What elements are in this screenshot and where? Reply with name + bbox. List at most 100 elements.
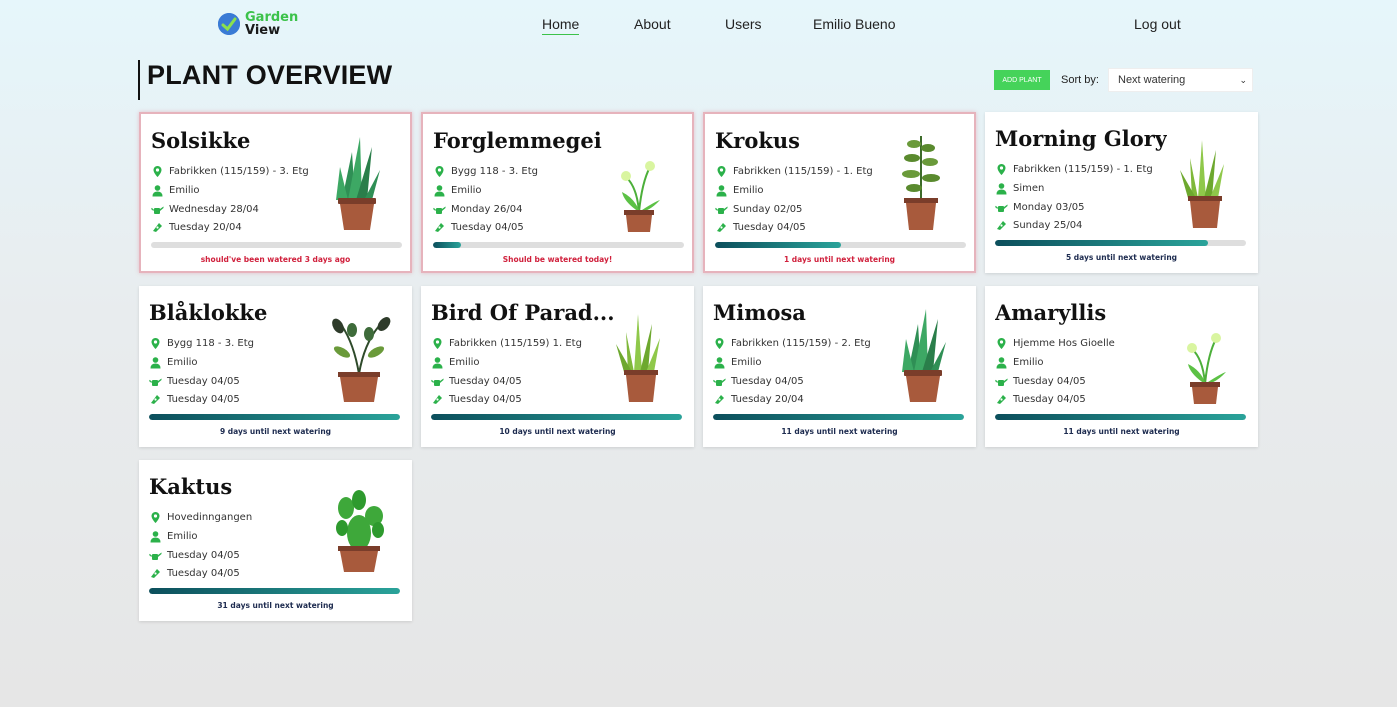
- sort-select[interactable]: Next watering ⌄: [1108, 68, 1253, 92]
- plant-card[interactable]: Krokus Fabrikken (115/159) - 1. Etg Emil…: [703, 112, 976, 273]
- location-text: Bygg 118 - 3. Etg: [167, 338, 255, 349]
- fertilize-row: Tuesday 20/04: [713, 393, 804, 406]
- next-watering-text: Tuesday 04/05: [731, 376, 804, 387]
- watering-status: 10 days until next watering: [499, 427, 616, 436]
- location-row: Bygg 118 - 3. Etg: [149, 337, 254, 350]
- location-row: Fabrikken (115/159) 1. Etg: [431, 337, 582, 350]
- watering-row: Tuesday 04/05: [713, 375, 804, 388]
- owner-text: Emilio: [169, 185, 200, 196]
- location-row: Fabrikken (115/159) - 2. Etg: [713, 337, 871, 350]
- location-text: Hovedinngangen: [167, 512, 253, 523]
- nav-about[interactable]: About: [634, 16, 671, 32]
- logout-link[interactable]: Log out: [1134, 16, 1181, 32]
- sort-select-value: Next watering: [1118, 74, 1186, 86]
- owner-row: Emilio: [149, 356, 198, 369]
- plant-name: Solsikke: [151, 128, 251, 153]
- next-watering-text: Tuesday 04/05: [449, 376, 522, 387]
- last-watered-text: Tuesday 04/05: [449, 394, 522, 405]
- plant-card[interactable]: Blåklokke Bygg 118 - 3. Etg Emilio Tuesd…: [139, 286, 412, 447]
- owner-row: Emilio: [149, 530, 198, 543]
- location-pin-icon: [149, 511, 162, 524]
- last-watered-text: Tuesday 04/05: [733, 222, 806, 233]
- owner-text: Emilio: [451, 185, 482, 196]
- owner-row: Emilio: [715, 184, 764, 197]
- plant-card[interactable]: Forglemmegei Bygg 118 - 3. Etg Emilio Mo…: [421, 112, 694, 273]
- app-logo[interactable]: Garden View: [218, 11, 298, 37]
- location-text: Fabrikken (115/159) - 3. Etg: [169, 166, 309, 177]
- flower-plant-icon: [604, 132, 674, 232]
- fertilize-row: Tuesday 04/05: [995, 393, 1086, 406]
- owner-text: Emilio: [1013, 357, 1044, 368]
- nav-users[interactable]: Users: [725, 16, 762, 32]
- aloe-plant-icon: [888, 304, 958, 404]
- plant-card[interactable]: Solsikke Fabrikken (115/159) - 3. Etg Em…: [139, 112, 412, 273]
- fertilize-row: Tuesday 04/05: [715, 221, 806, 234]
- location-pin-icon: [433, 165, 446, 178]
- watering-progress-bar: [995, 414, 1246, 420]
- tag-icon: [151, 221, 164, 234]
- add-plant-button[interactable]: ADD PLANT: [994, 70, 1050, 90]
- watering-progress-bar: [713, 414, 964, 420]
- watering-status: Should be watered today!: [502, 255, 613, 264]
- watering-can-icon: [995, 201, 1008, 214]
- watering-can-icon: [149, 549, 162, 562]
- logo-text: Garden View: [245, 11, 298, 37]
- watering-progress-fill: [715, 242, 841, 248]
- last-watered-text: Tuesday 04/05: [167, 568, 240, 579]
- watering-progress-fill: [431, 414, 682, 420]
- plant-name: Bird Of Parad...: [431, 300, 615, 325]
- owner-text: Simen: [1013, 183, 1045, 194]
- logo-line2: View: [245, 23, 281, 38]
- owner-text: Emilio: [167, 531, 198, 542]
- watering-progress-bar: [995, 240, 1246, 246]
- location-pin-icon: [431, 337, 444, 350]
- watering-status: 31 days until next watering: [217, 601, 334, 610]
- last-watered-text: Tuesday 20/04: [169, 222, 242, 233]
- plant-card[interactable]: Amaryllis Hjemme Hos Gioelle Emilio Tues…: [985, 286, 1258, 447]
- location-text: Fabrikken (115/159) - 1. Etg: [1013, 164, 1153, 175]
- plant-name: Forglemmegei: [433, 128, 602, 153]
- location-text: Fabrikken (115/159) - 1. Etg: [733, 166, 873, 177]
- next-watering-text: Monday 26/04: [451, 204, 523, 215]
- watering-row: Tuesday 04/05: [431, 375, 522, 388]
- nav-home[interactable]: Home: [542, 16, 580, 35]
- watering-status: 11 days until next watering: [1063, 427, 1180, 436]
- sort-label: Sort by:: [1061, 74, 1099, 86]
- plant-card[interactable]: Morning Glory Fabrikken (115/159) - 1. E…: [985, 112, 1258, 273]
- next-watering-text: Tuesday 04/05: [167, 376, 240, 387]
- watering-progress-bar: [433, 242, 684, 248]
- location-text: Hjemme Hos Gioelle: [1013, 338, 1115, 349]
- plant-card[interactable]: Mimosa Fabrikken (115/159) - 2. Etg Emil…: [703, 286, 976, 447]
- page-title-wrap: PLANT OVERVIEW: [138, 60, 392, 100]
- watering-status: 9 days until next watering: [219, 427, 332, 436]
- tag-icon: [149, 567, 162, 580]
- location-row: Fabrikken (115/159) - 1. Etg: [715, 165, 873, 178]
- location-pin-icon: [995, 337, 1008, 350]
- plant-card[interactable]: Bird Of Parad... Fabrikken (115/159) 1. …: [421, 286, 694, 447]
- watering-progress-fill: [149, 588, 400, 594]
- plant-name: Krokus: [715, 128, 800, 153]
- aloe-plant-icon: [322, 132, 392, 232]
- owner-row: Emilio: [151, 184, 200, 197]
- plant-name: Kaktus: [149, 474, 233, 499]
- watering-progress-bar: [149, 414, 400, 420]
- fertilize-row: Tuesday 04/05: [149, 393, 240, 406]
- nav-user-profile[interactable]: Emilio Bueno: [813, 16, 896, 32]
- tag-icon: [149, 393, 162, 406]
- plant-name: Blåklokke: [149, 300, 268, 325]
- owner-row: Simen: [995, 182, 1044, 195]
- user-icon: [431, 356, 444, 369]
- watering-can-icon: [995, 375, 1008, 388]
- plant-card[interactable]: Kaktus Hovedinngangen Emilio Tuesday 04/…: [139, 460, 412, 621]
- watering-progress-fill: [995, 414, 1246, 420]
- tag-icon: [433, 221, 446, 234]
- grass-plant-icon: [606, 304, 676, 404]
- location-row: Hjemme Hos Gioelle: [995, 337, 1115, 350]
- watering-progress-fill: [995, 240, 1209, 246]
- watering-row: Wednesday 28/04: [151, 203, 259, 216]
- fertilize-row: Sunday 25/04: [995, 219, 1082, 232]
- watering-can-icon: [433, 203, 446, 216]
- location-text: Fabrikken (115/159) 1. Etg: [449, 338, 582, 349]
- watering-progress-fill: [149, 414, 400, 420]
- location-pin-icon: [995, 163, 1008, 176]
